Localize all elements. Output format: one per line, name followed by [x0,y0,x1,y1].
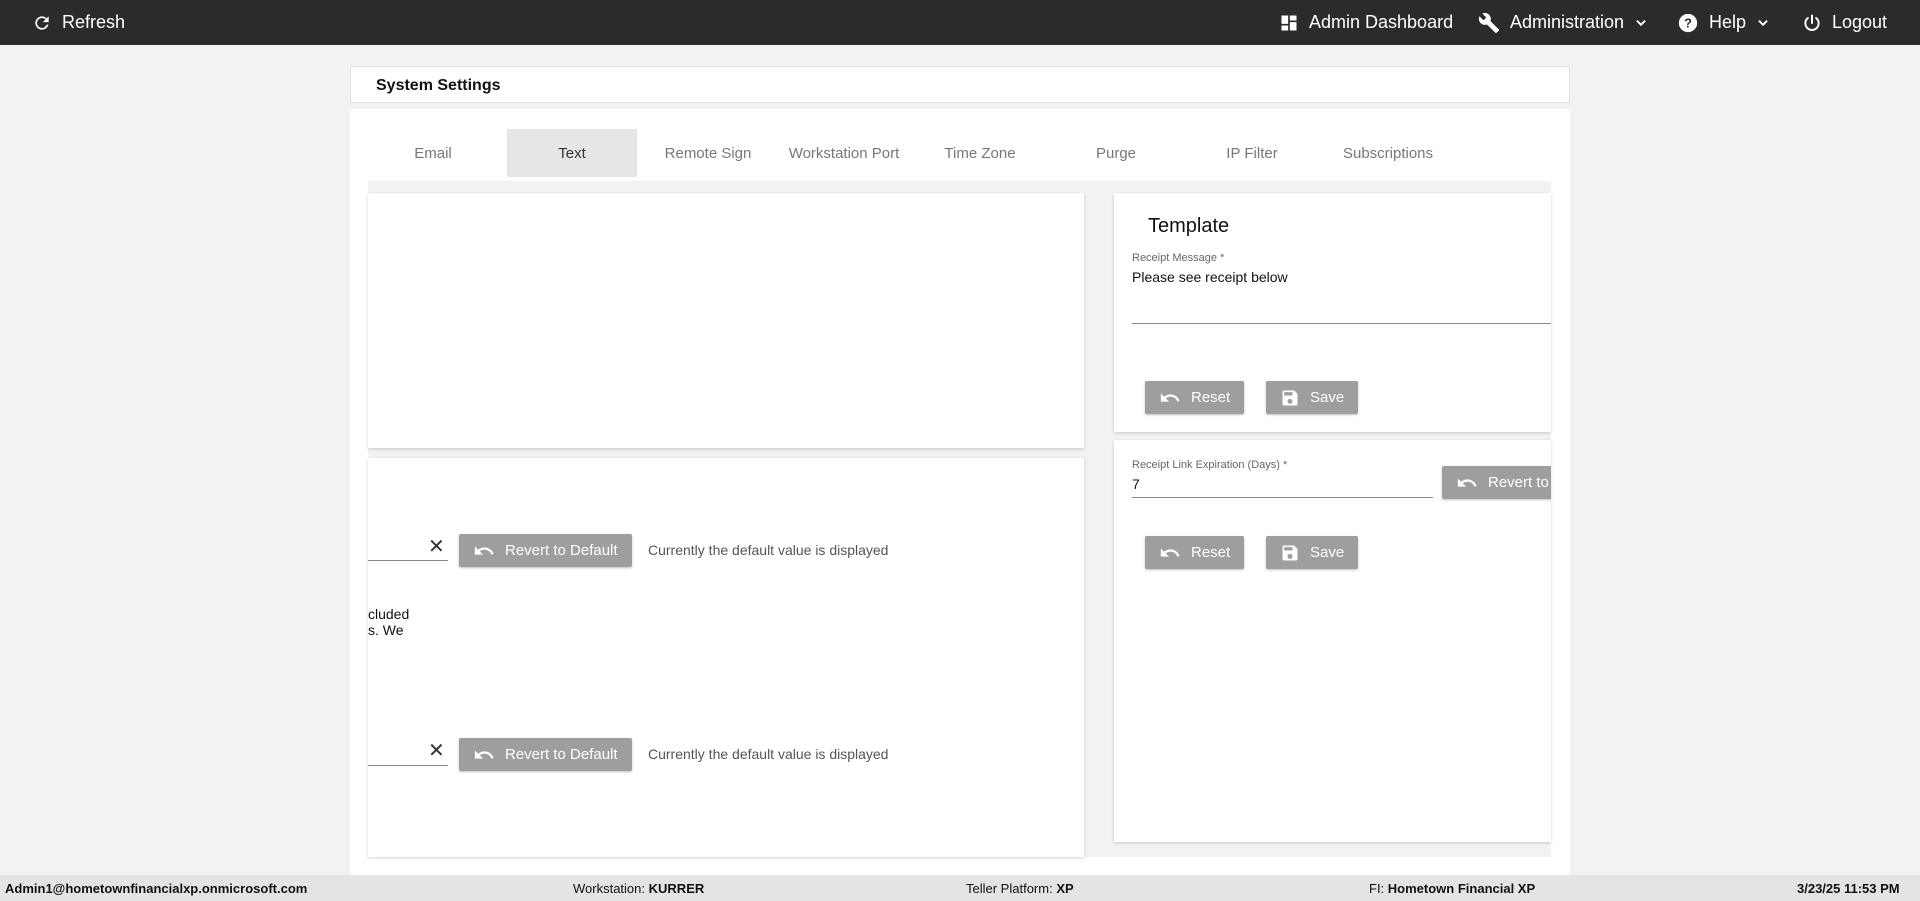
expiration-save-button[interactable]: Save [1266,536,1359,569]
footer-teller-platform-value: XP [1056,881,1074,896]
clear-icon[interactable]: ✕ [428,741,445,761]
receipt-message-field[interactable]: Please see receipt below [1132,269,1288,285]
logout-label: Logout [1832,12,1888,32]
admin-dashboard-label: Admin Dashboard [1309,12,1454,32]
administration-label: Administration [1510,12,1625,32]
revert-label: Revert to Default [505,746,618,763]
logout-button[interactable]: Logout [1802,0,1887,45]
undo-icon [1160,547,1180,557]
revert-to-default-button-2[interactable]: Revert to Default [459,738,632,771]
undo-icon [474,749,494,759]
chevron-down-icon [1636,19,1646,26]
tab-remote-sign[interactable]: Remote Sign [643,129,773,177]
receipt-message-underline [1132,323,1551,324]
administration-menu[interactable]: Administration [1478,0,1648,45]
page-title: System Settings [376,77,501,94]
receipt-link-expiration-label: Receipt Link Expiration (Days) * [1132,459,1288,471]
save-icon [1282,545,1298,560]
description-text-line-1: cluded [368,606,410,622]
help-label: Help [1709,12,1747,32]
revert-to-default-button-1[interactable]: Revert to Default [459,534,632,567]
receipt-link-expiration-field[interactable]: 7 [1132,476,1140,492]
tab-workstation-port[interactable]: Workstation Port [779,129,909,177]
footer-workstation-value: KURRER [648,881,705,896]
receipt-message-label: Receipt Message * [1132,252,1225,264]
left-panel-top [368,193,1084,448]
svg-text:?: ? [1684,15,1692,30]
default-status-text-2: Currently the default value is displayed [648,746,889,762]
reset-label: Reset [1191,544,1231,561]
clear-icon[interactable]: ✕ [428,537,445,557]
help-menu[interactable]: ? Help [1677,0,1770,45]
footer-fi-label: FI: [1369,881,1385,896]
save-icon [1282,390,1298,405]
admin-dashboard-link[interactable]: Admin Dashboard [1279,0,1453,45]
expiration-underline [1132,497,1433,498]
template-save-button[interactable]: Save [1266,381,1359,414]
reset-label: Reset [1191,389,1231,406]
dashboard-icon [1281,15,1297,30]
chevron-down-icon [1758,19,1768,26]
undo-icon [474,545,494,555]
expiration-panel: Receipt Link Expiration (Days) * 7 Rever… [1114,440,1551,842]
template-panel: Template Receipt Message * Please see re… [1114,193,1551,432]
refresh-label: Refresh [62,12,126,32]
tab-purge[interactable]: Purge [1051,129,1181,177]
tab-time-zone[interactable]: Time Zone [915,129,1045,177]
undo-icon [1457,477,1477,487]
page-header: System Settings [350,66,1570,103]
save-label: Save [1310,544,1345,561]
expiration-reset-button[interactable]: Reset [1145,536,1245,569]
footer-user: Admin1@hometownfinancialxp.onmicrosoft.c… [5,881,308,896]
template-title: Template [1148,215,1230,237]
default-status-text-1: Currently the default value is displayed [648,542,889,558]
footer-fi-value: Hometown Financial XP [1387,881,1536,896]
refresh-button[interactable]: Refresh [32,0,125,45]
undo-icon [1160,392,1180,402]
description-text-line-2: s. We [368,622,404,638]
wrench-icon [1478,12,1500,33]
tab-text[interactable]: Text [507,129,637,177]
template-reset-button[interactable]: Reset [1145,381,1245,414]
tab-email[interactable]: Email [368,129,498,177]
revert-label: Revert to [1488,474,1549,491]
tab-subscriptions[interactable]: Subscriptions [1323,129,1453,177]
power-icon [1804,14,1820,31]
save-label: Save [1310,389,1345,406]
status-footer: Admin1@hometownfinancialxp.onmicrosoft.c… [0,875,1920,901]
top-bar: Refresh Admin Dashboard Administration ?… [0,0,1920,45]
footer-datetime: 3/23/25 11:53 PM [1797,881,1900,896]
help-icon: ? [1678,13,1698,32]
settings-card: Email Text Remote Sign Workstation Port … [350,109,1570,875]
footer-workstation-label: Workstation: [573,881,646,896]
revert-label: Revert to Default [505,542,618,559]
refresh-icon [35,15,49,30]
tab-ip-filter[interactable]: IP Filter [1187,129,1317,177]
footer-teller-platform-label: Teller Platform: [966,881,1053,896]
expiration-revert-button[interactable]: Revert to [1442,466,1551,499]
left-panel-bottom: ✕ Revert to Default Currently the defaul… [368,458,1084,857]
